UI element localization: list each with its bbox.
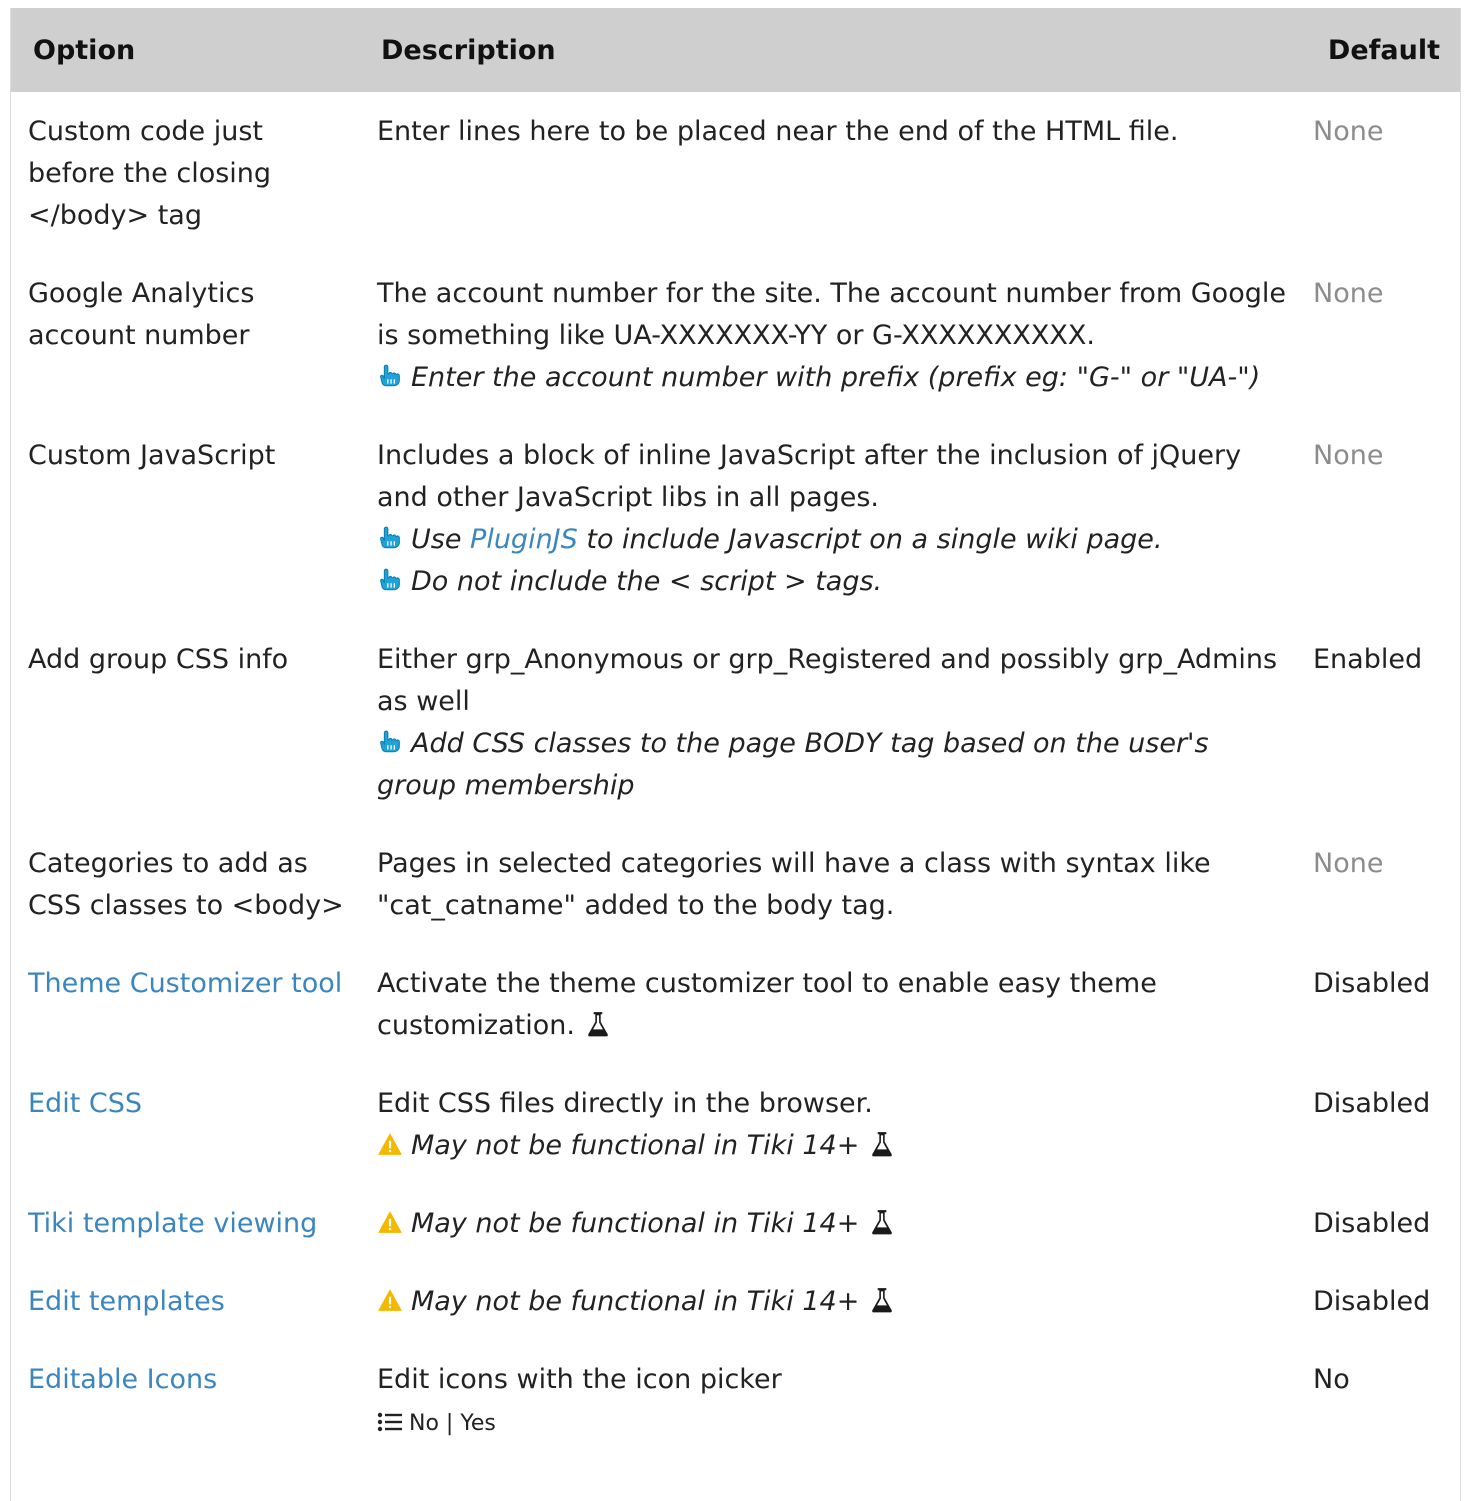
option-name: Custom code just before the closing </bo… [28, 116, 272, 231]
option-default: Disabled [1313, 1286, 1431, 1317]
warning-triangle-icon [378, 1211, 402, 1233]
option-default: Disabled [1313, 1208, 1431, 1239]
option-default: Disabled [1313, 1088, 1431, 1119]
table-row: Categories to add as CSS classes to <bod… [11, 824, 1460, 944]
option-description-cell: May not be functional in Tiki 14+ [360, 1262, 1296, 1340]
table-row: Theme Customizer tool Activate the theme… [11, 944, 1460, 1064]
option-tip: Add CSS classes to the page BODY tag bas… [377, 728, 1209, 801]
pointing-hand-icon [380, 568, 400, 591]
option-description-cell: Either grp_Anonymous or grp_Registered a… [360, 620, 1296, 824]
option-warning: May not be functional in Tiki 14+ [377, 1286, 859, 1317]
option-name-cell: Tiki template viewing [11, 1184, 360, 1262]
option-tip-text: Add CSS classes to the page BODY tag bas… [377, 728, 1209, 801]
table-row: Custom code just before the closing </bo… [11, 92, 1460, 254]
option-name: Categories to add as CSS classes to <bod… [28, 848, 344, 921]
option-name-cell: Edit templates [11, 1262, 360, 1340]
option-warning-text: May not be functional in Tiki 14+ [411, 1286, 860, 1317]
option-description: Edit icons with the icon picker [377, 1364, 782, 1395]
option-tip: Do not include the < script > tags. [377, 566, 882, 597]
option-description-cell: Edit icons with the icon picker No | Yes [360, 1340, 1296, 1460]
flask-icon [872, 1210, 893, 1235]
edit-css-link[interactable]: Edit CSS [28, 1088, 142, 1119]
column-header-default: Default [1296, 8, 1460, 92]
option-default: Enabled [1313, 644, 1423, 675]
option-name: Add group CSS info [28, 644, 289, 675]
option-warning-text: May not be functional in Tiki 14+ [411, 1130, 860, 1161]
option-tip: Use PluginJS to include Javascript on a … [377, 524, 1163, 555]
preferences-table-container: Option Description Default Custom code j… [10, 8, 1461, 1501]
option-name: Google Analytics account number [28, 278, 255, 351]
option-tip-text-after: to include Javascript on a single wiki p… [577, 524, 1163, 555]
option-name-cell: Editable Icons [11, 1340, 360, 1460]
table-row: Google Analytics account number The acco… [11, 254, 1460, 416]
choice-yes[interactable]: Yes [460, 1411, 496, 1436]
table-row: Custom JavaScript Includes a block of in… [11, 416, 1460, 620]
editable-icons-link[interactable]: Editable Icons [28, 1364, 217, 1395]
option-description: Either grp_Anonymous or grp_Registered a… [377, 644, 1278, 717]
preferences-table: Option Description Default Custom code j… [11, 8, 1460, 1460]
option-description-cell: Activate the theme customizer tool to en… [360, 944, 1296, 1064]
option-default: None [1313, 440, 1384, 471]
option-description: The account number for the site. The acc… [377, 278, 1286, 351]
option-description-cell: Edit CSS files directly in the browser. … [360, 1064, 1296, 1184]
pointing-hand-icon [380, 526, 400, 549]
option-tip-text-before: Use [411, 524, 471, 555]
option-name: Custom JavaScript [28, 440, 276, 471]
column-header-description: Description [360, 8, 1296, 92]
warning-triangle-icon [378, 1133, 402, 1155]
choice-separator: | [438, 1411, 461, 1436]
warning-triangle-icon [378, 1289, 402, 1311]
option-default: None [1313, 116, 1384, 147]
table-header-row: Option Description Default [11, 8, 1460, 92]
flask-icon [872, 1288, 893, 1313]
option-tip: Enter the account number with prefix (pr… [377, 362, 1260, 393]
option-default: No [1313, 1364, 1350, 1395]
option-description: Includes a block of inline JavaScript af… [377, 440, 1242, 513]
option-description: Enter lines here to be placed near the e… [377, 116, 1179, 147]
flask-icon [588, 1012, 608, 1037]
option-warning: May not be functional in Tiki 14+ [377, 1208, 859, 1239]
option-warning: May not be functional in Tiki 14+ [377, 1130, 859, 1161]
table-row: Edit CSS Edit CSS files directly in the … [11, 1064, 1460, 1184]
option-warning-text: May not be functional in Tiki 14+ [411, 1208, 860, 1239]
pluginjs-link[interactable]: PluginJS [470, 524, 578, 555]
table-row: Add group CSS info Either grp_Anonymous … [11, 620, 1460, 824]
option-name-cell: Edit CSS [11, 1064, 360, 1184]
table-row: Tiki template viewing May not be functio… [11, 1184, 1460, 1262]
option-description: Pages in selected categories will have a… [377, 848, 1211, 921]
list-icon [377, 1412, 402, 1432]
option-description-cell: The account number for the site. The acc… [360, 254, 1296, 416]
option-tip-text: Do not include the < script > tags. [411, 566, 883, 597]
tiki-template-viewing-link[interactable]: Tiki template viewing [28, 1208, 317, 1239]
option-description: Edit CSS files directly in the browser. [377, 1088, 873, 1119]
theme-customizer-tool-link[interactable]: Theme Customizer tool [28, 968, 342, 999]
pointing-hand-icon [380, 364, 400, 387]
table-row: Edit templates May not be functional in … [11, 1262, 1460, 1340]
option-description-cell: Includes a block of inline JavaScript af… [360, 416, 1296, 620]
pointing-hand-icon [380, 730, 400, 753]
flask-icon [872, 1132, 893, 1157]
option-tip-text: Enter the account number with prefix (pr… [411, 362, 1261, 393]
option-description: Activate the theme customizer tool to en… [377, 968, 1157, 1041]
option-default: None [1313, 278, 1384, 309]
option-default: Disabled [1313, 968, 1431, 999]
option-name-cell: Theme Customizer tool [11, 944, 360, 1064]
option-choices: No | Yes [377, 1411, 496, 1436]
choice-no[interactable]: No [409, 1411, 439, 1436]
column-header-option: Option [11, 8, 360, 92]
edit-templates-link[interactable]: Edit templates [28, 1286, 225, 1317]
option-default: None [1313, 848, 1384, 879]
table-row: Editable Icons Edit icons with the icon … [11, 1340, 1460, 1460]
option-description-cell: May not be functional in Tiki 14+ [360, 1184, 1296, 1262]
